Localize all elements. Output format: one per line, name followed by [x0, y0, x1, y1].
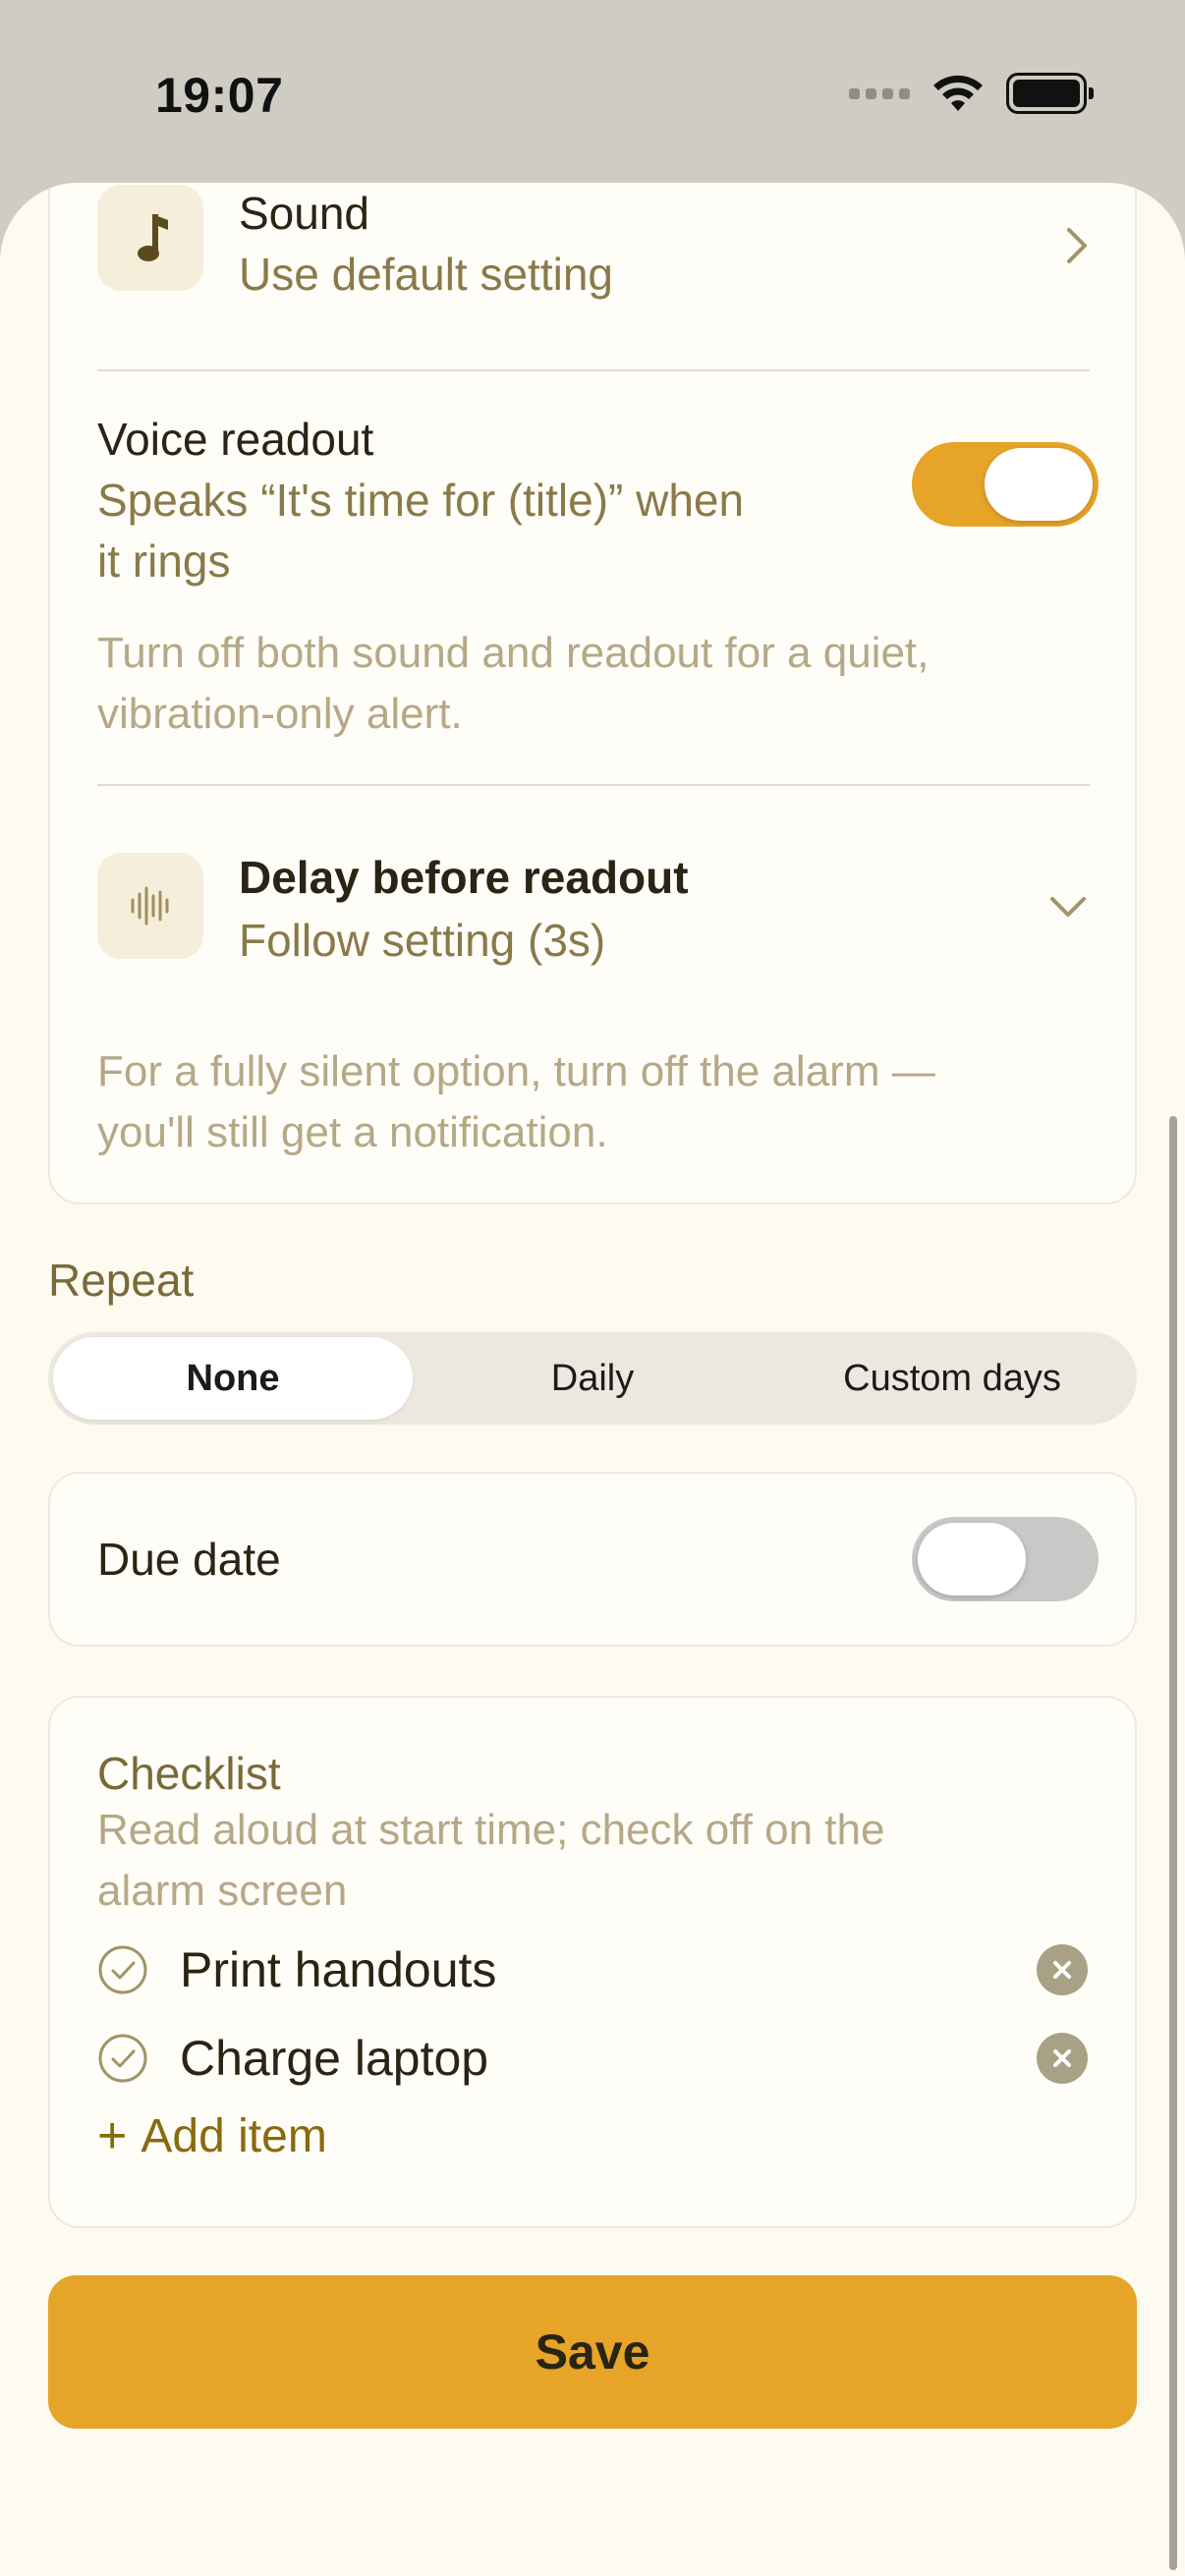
screen: 19:07 Sound Use default setting Voice re…: [0, 0, 1185, 2576]
wifi-icon: [933, 75, 983, 111]
checklist-description-2: alarm screen: [97, 1867, 348, 1915]
readout-hint: Turn off both sound and readout for a qu…: [97, 629, 930, 677]
scrollbar[interactable]: [1169, 1116, 1177, 2570]
delay-row[interactable]: Delay before readout Follow setting (3s): [50, 804, 1135, 990]
status-time: 19:07: [155, 68, 284, 123]
silent-hint-2: you'll still get a notification.: [97, 1108, 608, 1156]
divider: [97, 369, 1090, 371]
repeat-option-daily[interactable]: Daily: [413, 1337, 772, 1420]
edit-sheet: Sound Use default setting Voice readout …: [0, 183, 1185, 2576]
chevron-right-icon: [1067, 228, 1087, 263]
divider: [97, 784, 1090, 786]
checklist-title: Checklist: [97, 1748, 281, 1799]
status-icons: [849, 73, 1094, 114]
toggle-knob: [918, 1523, 1026, 1596]
chevron-down-icon: [1050, 897, 1086, 917]
close-icon: [1053, 1961, 1071, 1979]
sound-subtitle: Use default setting: [239, 249, 614, 300]
readout-hint-2: vibration-only alert.: [97, 690, 463, 738]
checklist-card: Checklist Read aloud at start time; chec…: [48, 1696, 1137, 2228]
remove-item-button[interactable]: [1037, 1944, 1088, 1995]
checklist-description: Read aloud at start time; check off on t…: [97, 1806, 885, 1854]
checklist-item-label[interactable]: Charge laptop: [180, 2030, 1037, 2087]
plus-icon: +: [97, 2107, 128, 2164]
add-item-button[interactable]: + Add item: [97, 2106, 327, 2165]
due-date-card: Due date: [48, 1472, 1137, 1647]
toggle-knob: [985, 448, 1093, 521]
close-icon: [1053, 2049, 1071, 2067]
voice-readout-toggle[interactable]: [912, 442, 1099, 527]
checklist-item: Charge laptop: [97, 2024, 1088, 2093]
repeat-option-custom-days[interactable]: Custom days: [772, 1337, 1132, 1420]
voice-readout-subtitle: Speaks “It's time for (title)” when: [97, 475, 745, 526]
waveform-icon: [97, 853, 203, 959]
alert-settings-card: Sound Use default setting Voice readout …: [48, 183, 1137, 1204]
add-item-label: Add item: [141, 2109, 327, 2162]
save-button[interactable]: Save: [48, 2275, 1137, 2429]
delay-subtitle: Follow setting (3s): [239, 915, 606, 966]
cellular-signal-icon: [849, 87, 910, 99]
repeat-segmented-control: None Daily Custom days: [48, 1332, 1137, 1425]
repeat-option-none[interactable]: None: [53, 1337, 413, 1420]
check-circle-icon[interactable]: [97, 1944, 148, 1995]
repeat-label: Repeat: [48, 1255, 195, 1306]
remove-item-button[interactable]: [1037, 2033, 1088, 2084]
sound-row[interactable]: Sound Use default setting: [50, 183, 1135, 303]
due-date-label: Due date: [97, 1534, 281, 1585]
voice-readout-title: Voice readout: [97, 414, 374, 465]
silent-hint: For a fully silent option, turn off the …: [97, 1047, 935, 1095]
checklist-item: Print handouts: [97, 1935, 1088, 2004]
music-note-icon: [97, 185, 203, 291]
voice-readout-subtitle-2: it rings: [97, 535, 231, 587]
delay-title: Delay before readout: [239, 852, 689, 903]
checklist-item-label[interactable]: Print handouts: [180, 1941, 1037, 1998]
battery-icon: [1006, 73, 1094, 114]
check-circle-icon[interactable]: [97, 2033, 148, 2084]
sound-title: Sound: [239, 188, 370, 239]
due-date-toggle[interactable]: [912, 1517, 1099, 1601]
